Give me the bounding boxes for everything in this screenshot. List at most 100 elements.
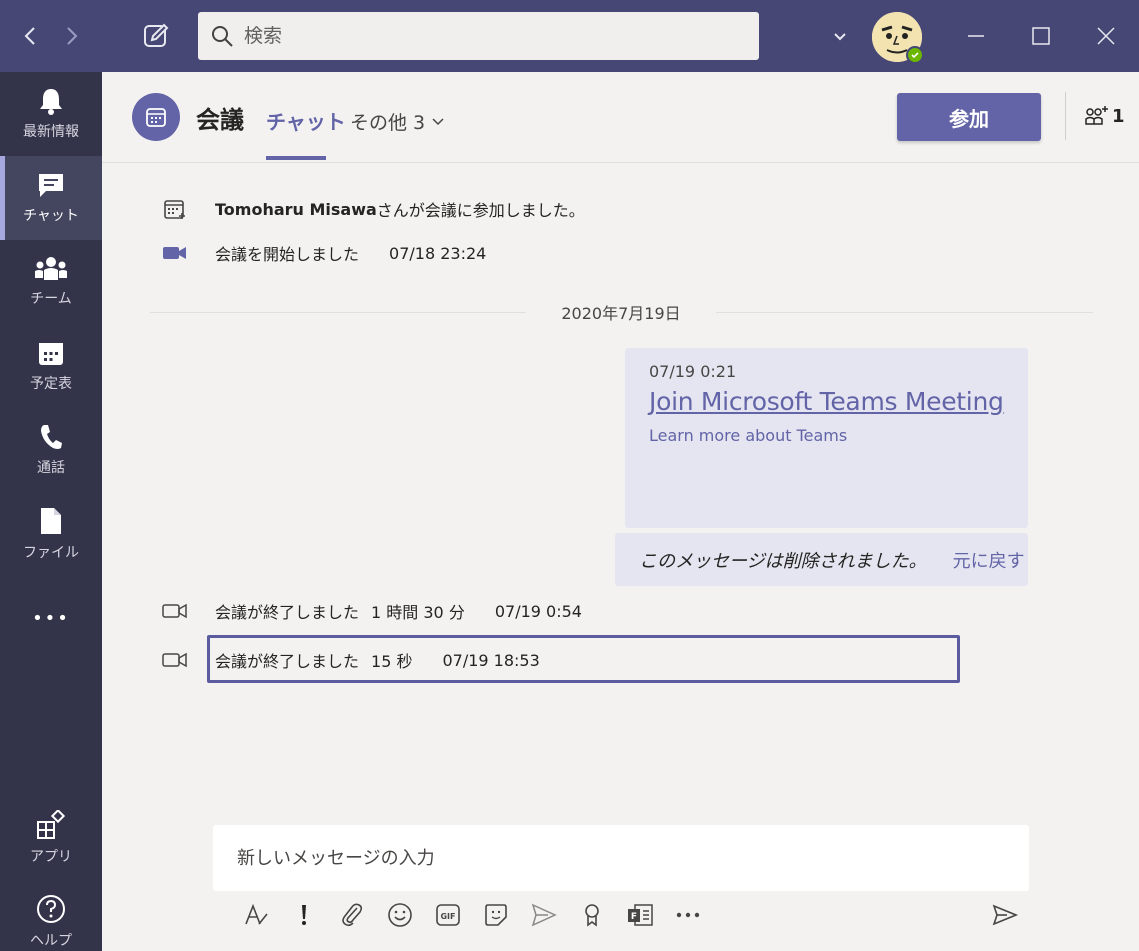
rail-item-calls[interactable]: 通話 <box>0 408 102 492</box>
chat-header: 会議 チャット その他 3 参加 1 <box>102 72 1139 163</box>
ended-time: 07/19 18:53 <box>442 650 540 670</box>
tab-more-dropdown[interactable]: その他 3 <box>350 108 445 135</box>
rail-item-apps[interactable]: アプリ <box>0 796 102 880</box>
rail-item-label: 通話 <box>37 460 65 476</box>
maximize-button[interactable] <box>1027 22 1055 50</box>
meeting-avatar <box>132 93 180 141</box>
forms-button[interactable]: F <box>616 898 664 932</box>
profile-dropdown-button[interactable] <box>830 26 850 46</box>
rail-item-calendar[interactable]: 予定表 <box>0 324 102 408</box>
avatar[interactable] <box>872 12 924 64</box>
rail-item-teams[interactable]: チーム <box>0 240 102 324</box>
new-chat-button[interactable] <box>140 20 172 52</box>
bell-icon <box>40 89 62 115</box>
participant-count: 1 <box>1112 105 1125 127</box>
minimize-icon <box>968 35 984 37</box>
paperclip-icon <box>342 903 363 927</box>
format-button[interactable] <box>232 898 280 932</box>
forward-button[interactable] <box>58 22 86 50</box>
gif-icon: GIF <box>436 904 460 926</box>
tab-more-label: その他 3 <box>350 112 426 134</box>
sticker-button[interactable] <box>472 898 520 932</box>
video-camera-icon <box>160 598 190 624</box>
learn-more-link[interactable]: Learn more about Teams <box>649 426 1004 445</box>
search-box[interactable] <box>198 12 759 60</box>
emoji-button[interactable] <box>376 898 424 932</box>
system-message-joined: Tomoharu Misawa さんが会議に参加しました。 <box>160 196 585 222</box>
send-outline-icon <box>531 903 557 927</box>
teams-icon <box>35 257 67 280</box>
divider-line <box>716 312 1093 313</box>
phone-icon <box>41 425 62 449</box>
system-message-ended[interactable]: 会議が終了しました 15 秒 07/19 18:53 <box>160 647 540 673</box>
joined-user-name: Tomoharu Misawa <box>215 199 377 219</box>
maximize-icon <box>1032 27 1050 45</box>
video-camera-icon <box>160 647 190 673</box>
system-message-started: 会議を開始しました 07/18 23:24 <box>160 240 486 266</box>
deleted-message: このメッセージは削除されました。 元に戻す <box>615 533 1028 586</box>
apps-icon <box>37 810 66 839</box>
calendar-icon <box>160 196 190 222</box>
join-button[interactable]: 参加 <box>897 93 1041 141</box>
close-button[interactable] <box>1092 22 1120 50</box>
date-divider-label: 2020年7月19日 <box>561 304 681 323</box>
help-icon <box>37 895 65 923</box>
join-meeting-link[interactable]: Join Microsoft Teams Meeting <box>649 387 1004 416</box>
video-camera-icon <box>160 240 190 266</box>
ended-text: 会議が終了しました <box>215 603 360 622</box>
rail-item-label: アプリ <box>30 849 72 865</box>
ended-time: 07/19 0:54 <box>494 601 582 621</box>
important-button[interactable] <box>280 898 328 932</box>
rail-item-files[interactable]: ファイル <box>0 492 102 576</box>
search-input[interactable] <box>244 25 724 47</box>
send-icon <box>992 904 1019 926</box>
format-icon <box>245 903 268 925</box>
system-message-ended: 会議が終了しました 1 時間 30 分 07/19 0:54 <box>160 598 582 624</box>
compose-icon <box>144 23 169 47</box>
calendar-icon <box>146 108 166 127</box>
ended-duration: 1 時間 30 分 <box>371 603 465 622</box>
chevron-down-icon <box>834 33 846 41</box>
exclamation-icon <box>302 905 306 925</box>
tab-chat[interactable]: チャット <box>266 106 346 162</box>
divider <box>1065 92 1066 140</box>
participants-button[interactable]: 1 <box>1084 104 1125 128</box>
title-bar <box>0 0 1139 72</box>
app-rail: 最新情報 チャット チーム 予定表 通話 ファイル ••• アプリ ヘルプ <box>0 72 102 951</box>
chevron-left-icon <box>24 27 35 45</box>
ellipsis-icon: ••• <box>32 607 70 629</box>
message-timestamp: 07/19 0:21 <box>649 362 737 381</box>
praise-button[interactable] <box>568 898 616 932</box>
page-title: 会議 <box>196 106 244 134</box>
meet-now-button[interactable] <box>520 898 568 932</box>
rail-item-help[interactable]: ヘルプ <box>0 880 102 951</box>
minimize-button[interactable] <box>962 22 990 50</box>
undo-link[interactable]: 元に戻す <box>953 547 1025 573</box>
close-icon <box>1097 27 1115 45</box>
send-button[interactable] <box>988 900 1022 930</box>
deleted-message-text: このメッセージは削除されました。 <box>639 550 927 572</box>
rail-item-label: 予定表 <box>30 376 72 392</box>
compose-box[interactable] <box>213 825 1029 891</box>
attach-button[interactable] <box>328 898 376 932</box>
divider-line <box>150 312 526 313</box>
more-options-button[interactable] <box>664 898 712 932</box>
rail-item-label: 最新情報 <box>23 124 79 140</box>
rail-item-activity[interactable]: 最新情報 <box>0 72 102 156</box>
rail-item-label: チーム <box>30 291 72 307</box>
sticker-icon <box>485 904 507 926</box>
back-button[interactable] <box>16 22 44 50</box>
rail-item-label: チャット <box>23 208 79 224</box>
chevron-right-icon <box>67 27 78 45</box>
gif-button[interactable]: GIF <box>424 898 472 932</box>
rail-item-label: ヘルプ <box>30 933 72 949</box>
badge-icon <box>585 904 599 927</box>
rail-item-chat[interactable]: チャット <box>0 156 102 240</box>
message-input[interactable] <box>237 847 997 869</box>
forms-icon: F <box>628 904 653 926</box>
ended-duration: 15 秒 <box>371 652 413 671</box>
ended-text: 会議が終了しました <box>215 652 360 671</box>
svg-text:F: F <box>631 912 637 922</box>
rail-more-button[interactable]: ••• <box>0 576 102 660</box>
meeting-invite-message: 07/19 0:21 Join Microsoft Teams Meeting … <box>625 348 1028 528</box>
